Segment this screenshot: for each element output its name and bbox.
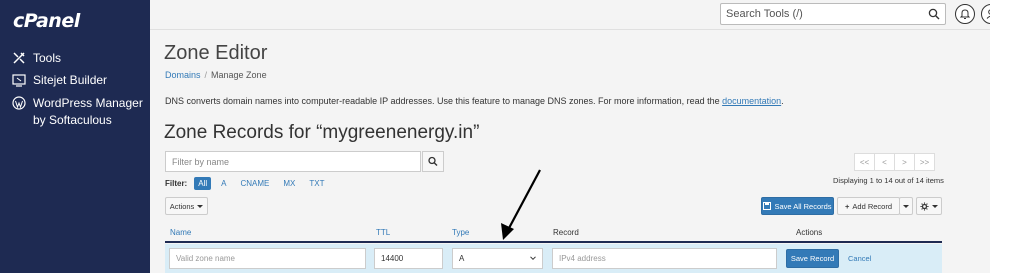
breadcrumb-current: Manage Zone (211, 70, 267, 80)
sidebar: cPanel Tools Sitejet Builder WordPress M… (0, 0, 150, 273)
new-record-row: A Save Record Cancel (165, 244, 942, 273)
sidebar-item-label: Tools (33, 51, 62, 65)
prev-page-button[interactable]: < (874, 153, 895, 171)
filter-search-button[interactable] (422, 151, 444, 172)
column-actions: Actions (796, 228, 823, 237)
filter-chip-txt[interactable]: TXT (305, 177, 328, 190)
save-record-button[interactable]: Save Record (786, 249, 839, 268)
filter-chip-all[interactable]: All (194, 177, 212, 190)
description-text: DNS converts domain names into computer-… (165, 96, 723, 106)
breadcrumb: Domains / Manage Zone (165, 70, 267, 80)
search-input[interactable] (721, 4, 921, 24)
record-value-input[interactable] (552, 248, 777, 269)
zone-records-title: Zone Records for “mygreenenergy.in” (164, 122, 480, 143)
cpanel-logo[interactable]: cPanel (13, 10, 80, 32)
filter-chips: Filter: All A CNAME MX TXT (165, 177, 334, 190)
record-type-select[interactable]: A (452, 248, 543, 269)
table-header: Name TTL Type Record Actions (165, 227, 942, 243)
filter-by-name-input[interactable] (165, 151, 421, 172)
top-bar (150, 0, 1024, 30)
sidebar-item-label: WordPress Manager by Softaculous (33, 95, 143, 129)
notifications-button[interactable] (955, 4, 975, 24)
sidebar-item-sitejet[interactable]: Sitejet Builder (12, 72, 107, 89)
add-record-label: Add Record (852, 201, 892, 211)
save-all-label: Save All Records (774, 201, 832, 211)
column-record: Record (553, 228, 579, 237)
description-suffix: . (781, 96, 784, 106)
filter-chip-a[interactable]: A (217, 177, 230, 190)
sitejet-icon (12, 74, 26, 87)
sidebar-item-wordpress[interactable]: WordPress Manager by Softaculous (12, 95, 143, 129)
filter-chip-cname[interactable]: CNAME (236, 177, 273, 190)
page-description: DNS converts domain names into computer-… (165, 96, 784, 106)
sidebar-item-label: Sitejet Builder (33, 73, 108, 87)
settings-dropdown-button[interactable] (916, 197, 942, 215)
caret-down-icon (932, 204, 938, 208)
pagination: << < > >> (854, 153, 935, 171)
tools-icon (13, 52, 25, 64)
plus-icon: + (845, 201, 850, 211)
pagination-status: Displaying 1 to 14 out of 14 items (833, 176, 944, 185)
wordpress-icon (12, 96, 26, 110)
cancel-link[interactable]: Cancel (848, 254, 871, 263)
search-box (720, 3, 946, 25)
search-icon[interactable] (928, 8, 940, 20)
page-title: Zone Editor (164, 42, 268, 64)
bell-icon (959, 9, 971, 19)
gear-icon (920, 201, 929, 211)
caret-down-icon (903, 204, 909, 208)
save-all-records-button[interactable]: Save All Records (761, 197, 834, 215)
add-record-button[interactable]: + Add Record (837, 197, 900, 215)
filter-chip-mx[interactable]: MX (279, 177, 299, 190)
record-type-value: A (459, 254, 465, 263)
column-ttl[interactable]: TTL (376, 228, 390, 237)
last-page-button[interactable]: >> (914, 153, 935, 171)
breadcrumb-domains-link[interactable]: Domains (165, 70, 201, 80)
sidebar-item-label-line1: WordPress Manager (33, 96, 143, 110)
record-name-input[interactable] (169, 248, 366, 269)
sidebar-item-tools[interactable]: Tools (12, 50, 61, 67)
first-page-button[interactable]: << (854, 153, 875, 171)
documentation-link[interactable]: documentation (722, 96, 781, 106)
caret-down-icon (197, 204, 204, 208)
main-content: Zone Editor Domains / Manage Zone DNS conv… (150, 30, 990, 273)
actions-dropdown-button[interactable]: Actions (165, 197, 208, 215)
page-scrollbar[interactable] (990, 0, 1024, 273)
filter-label: Filter: (165, 179, 188, 188)
search-icon (428, 156, 438, 166)
breadcrumb-separator: / (204, 70, 208, 80)
chevron-down-icon (530, 256, 536, 261)
next-page-button[interactable]: > (894, 153, 915, 171)
save-icon (763, 202, 772, 210)
sidebar-item-label-line2: by Softaculous (33, 113, 112, 127)
ttl-input[interactable] (374, 248, 443, 269)
add-record-dropdown-toggle[interactable] (899, 197, 913, 215)
column-name[interactable]: Name (170, 228, 191, 237)
column-type[interactable]: Type (452, 228, 469, 237)
actions-label: Actions (169, 201, 195, 211)
